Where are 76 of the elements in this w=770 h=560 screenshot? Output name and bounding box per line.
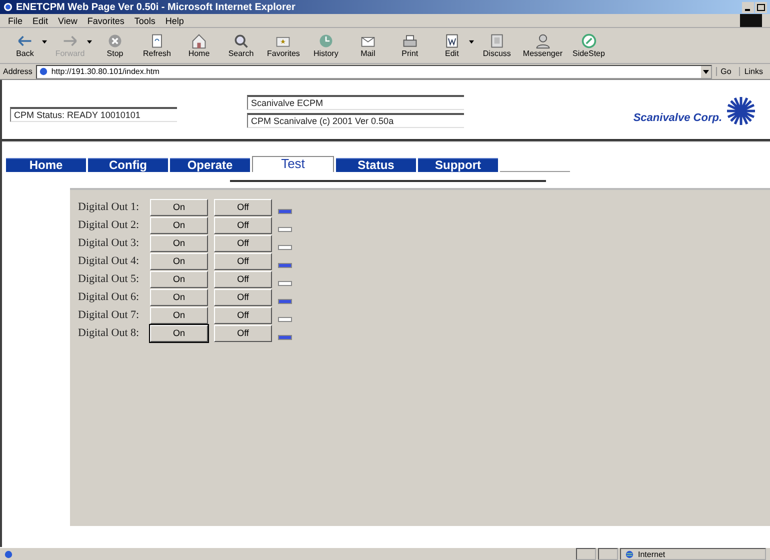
dropdown-arrow-icon[interactable] <box>42 40 47 44</box>
nav-tab[interactable]: Status <box>336 158 416 172</box>
on-button[interactable]: On <box>150 234 208 252</box>
throbber-logo <box>740 14 762 27</box>
dropdown-arrow-icon[interactable] <box>468 40 474 44</box>
stop-icon <box>106 33 124 49</box>
window-title: ENETCPM Web Page Ver 0.50i - Microsoft Internet Explorer <box>16 2 296 12</box>
nav-tab[interactable]: Test <box>252 156 334 172</box>
off-button[interactable]: Off <box>214 270 272 288</box>
messenger-button[interactable]: Messenger <box>520 32 566 59</box>
output-label: Digital Out 8: <box>78 327 140 339</box>
off-button[interactable]: Off <box>214 234 272 252</box>
zone-label: Internet <box>638 550 666 558</box>
back-button[interactable]: Back <box>6 32 42 59</box>
minimize-button[interactable] <box>742 2 754 12</box>
nav-tab[interactable]: Home <box>6 158 86 172</box>
menu-item[interactable]: Favorites <box>87 16 124 26</box>
status-pane <box>576 548 596 560</box>
cpm-status-field: CPM Status: READY 10010101 <box>10 106 177 122</box>
history-button[interactable]: History <box>306 32 345 59</box>
status-pane <box>598 548 618 560</box>
maximize-button[interactable] <box>755 2 767 12</box>
favorites-button[interactable]: Favorites <box>264 32 303 59</box>
home-icon <box>190 33 208 49</box>
off-button[interactable]: Off <box>214 324 272 342</box>
output-label: Digital Out 7: <box>78 309 140 321</box>
print-button[interactable]: Print <box>390 32 429 59</box>
menu-item[interactable]: Edit <box>32 16 48 26</box>
logo-text: Scanivalve Corp. <box>633 112 722 124</box>
on-button[interactable]: On <box>150 324 208 342</box>
on-button[interactable]: On <box>150 288 208 306</box>
search-icon <box>232 33 250 49</box>
on-button[interactable]: On <box>150 252 208 270</box>
menu-item[interactable]: File <box>8 16 23 26</box>
links-button[interactable]: Links <box>739 67 767 76</box>
printer-icon <box>400 33 419 49</box>
mail-button[interactable]: Mail <box>348 32 387 59</box>
menu-item[interactable]: Tools <box>134 16 156 26</box>
stop-button[interactable]: Stop <box>96 32 134 59</box>
output-label: Digital Out 6: <box>78 291 140 303</box>
nav-tab[interactable]: Support <box>418 158 498 172</box>
home-button[interactable]: Home <box>180 32 218 59</box>
person-icon <box>534 33 552 49</box>
output-label: Digital Out 5: <box>78 273 140 285</box>
output-label: Digital Out 4: <box>78 255 140 267</box>
nav-tab[interactable]: Config <box>88 158 168 172</box>
output-label: Digital Out 3: <box>78 237 140 249</box>
sidestep-button[interactable]: SideStep <box>569 32 608 59</box>
menu-item[interactable]: View <box>58 16 78 26</box>
edit-button[interactable]: Edit <box>432 32 469 59</box>
discuss-button[interactable]: Discuss <box>478 32 516 59</box>
off-button[interactable]: Off <box>214 288 272 306</box>
off-button[interactable]: Off <box>214 306 272 324</box>
address-field[interactable]: http://191.30.80.101/index.htm <box>36 64 712 78</box>
arrow-right-icon <box>61 33 79 49</box>
arrow-left-icon <box>16 33 34 49</box>
title-field: Scanivalve ECPM <box>247 94 464 110</box>
browser-icon <box>3 2 13 12</box>
circle-icon <box>580 33 598 49</box>
go-button[interactable]: Go <box>716 67 736 76</box>
starburst-logo-icon <box>726 96 756 126</box>
nav-tab[interactable]: Operate <box>170 158 250 172</box>
on-button[interactable]: On <box>150 306 208 324</box>
off-button[interactable]: Off <box>214 252 272 270</box>
output-label: Digital Out 2: <box>78 219 140 231</box>
off-button[interactable]: Off <box>214 198 272 216</box>
output-label: Digital Out 1: <box>78 201 140 213</box>
on-button[interactable]: On <box>150 198 208 216</box>
menu-item[interactable]: Help <box>165 16 184 26</box>
on-button[interactable]: On <box>150 270 208 288</box>
refresh-button[interactable]: Refresh <box>138 32 176 59</box>
address-label: Address <box>3 67 32 76</box>
search-button[interactable]: Search <box>222 32 260 59</box>
off-button[interactable]: Off <box>214 216 272 234</box>
version-field: CPM Scanivalve (c) 2001 Ver 0.50a <box>247 112 464 128</box>
on-button[interactable]: On <box>150 216 208 234</box>
